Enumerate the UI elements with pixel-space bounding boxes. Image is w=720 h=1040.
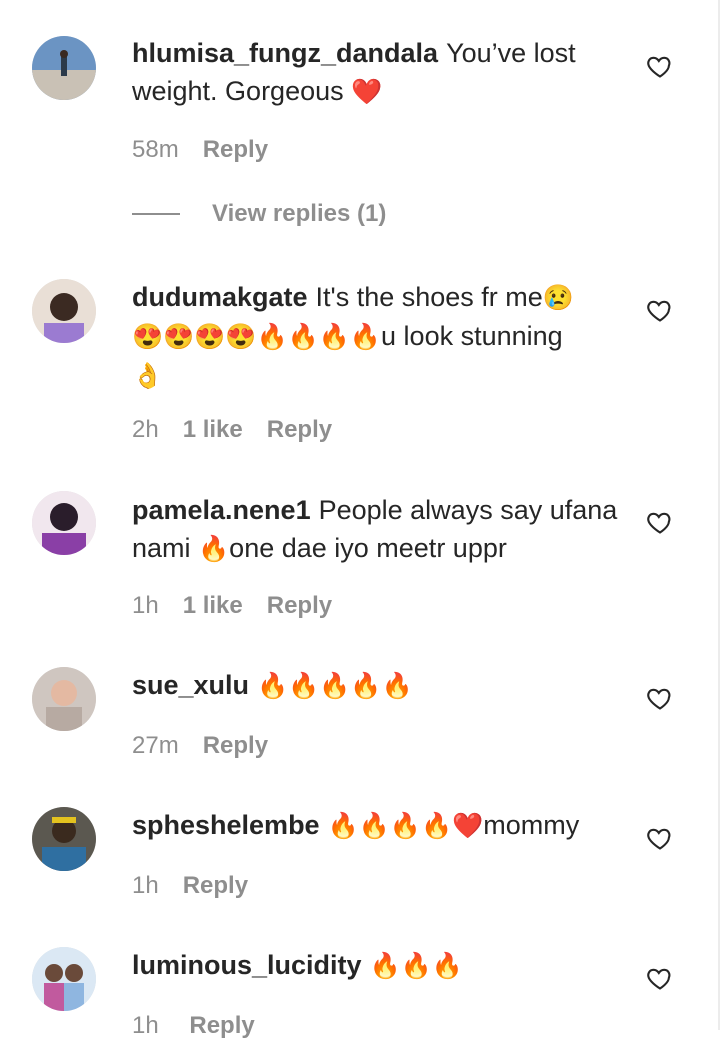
comment-time: 1h [132, 592, 159, 619]
comment-text: luminous_lucidity 🔥🔥🔥 [132, 946, 622, 985]
avatar[interactable] [32, 491, 96, 555]
comment-time: 1h [132, 872, 159, 899]
comment-username[interactable]: sue_xulu [132, 670, 249, 700]
comment-meta: 27m Reply [132, 732, 268, 760]
comment-text: pamela.nene1 People always say ufana nami… [132, 491, 622, 568]
comment-username[interactable]: pamela.nene1 [132, 495, 311, 525]
avatar-photo [32, 947, 96, 1011]
view-replies-label: View replies (1) [212, 200, 387, 227]
avatar[interactable] [32, 279, 96, 343]
comment-meta: 2h 1 like Reply [132, 416, 332, 444]
comment-text: dudumakgate It's the shoes fr me😢 😍😍😍😍🔥🔥🔥… [132, 278, 622, 395]
heart-outline-icon[interactable] [646, 824, 674, 852]
likes-count[interactable]: 1 like [183, 592, 243, 620]
comment-time: 1h [132, 1012, 159, 1039]
reply-button[interactable]: Reply [183, 872, 248, 900]
avatar-photo [32, 491, 96, 555]
reply-button[interactable]: Reply [203, 136, 268, 164]
avatar-photo [32, 279, 96, 343]
comment-body-after: one dae iyo meetr uppr [229, 533, 507, 563]
comment-username[interactable]: dudumakgate [132, 282, 308, 312]
comment-text: spheshelembe 🔥🔥🔥🔥❤️mommy [132, 806, 622, 845]
comment-username[interactable]: luminous_lucidity [132, 950, 362, 980]
comment-body-after: mommy [483, 810, 580, 840]
comment-body: It's the shoes fr me [315, 282, 543, 312]
avatar-photo [32, 36, 96, 100]
avatar[interactable] [32, 667, 96, 731]
avatar-photo [32, 807, 96, 871]
replies-divider-line [132, 213, 180, 215]
comment-emojis: 🔥🔥🔥🔥🔥 [257, 672, 413, 700]
comment-emojis: 🔥🔥🔥🔥❤️ [327, 812, 484, 840]
heart-outline-icon[interactable] [646, 964, 674, 992]
comment-emojis: ❤️ [351, 78, 383, 106]
reply-button[interactable]: Reply [267, 592, 332, 620]
comment-meta: 1h Reply [132, 872, 248, 900]
comment-meta: 1h Reply [132, 1012, 255, 1040]
avatar[interactable] [32, 947, 96, 1011]
reply-button[interactable]: Reply [267, 416, 332, 444]
comment-username[interactable]: hlumisa_fungz_dandala [132, 38, 438, 68]
heart-outline-icon[interactable] [646, 296, 674, 324]
comment-text: hlumisa_fungz_dandala You’ve lost weight.… [132, 34, 622, 111]
likes-count[interactable]: 1 like [183, 416, 243, 444]
comment-meta: 58m Reply [132, 136, 268, 164]
heart-outline-icon[interactable] [646, 684, 674, 712]
comment-username[interactable]: spheshelembe [132, 810, 320, 840]
comment-emojis-line2: 😍😍😍😍🔥🔥🔥🔥 [132, 323, 382, 351]
comment-meta: 1h 1 like Reply [132, 592, 332, 620]
avatar-photo [32, 667, 96, 731]
heart-outline-icon[interactable] [646, 52, 674, 80]
comment-emojis-line3: 👌 [132, 362, 164, 390]
avatar[interactable] [32, 807, 96, 871]
avatar[interactable] [32, 36, 96, 100]
reply-button[interactable]: Reply [189, 1012, 254, 1039]
comment-emojis: 🔥 [198, 535, 230, 563]
comment-emojis: 🔥🔥🔥 [369, 952, 463, 980]
comment-time: 2h [132, 416, 159, 443]
comment-time: 27m [132, 732, 179, 759]
comment-time: 58m [132, 136, 179, 163]
comment-body-line2: u look stunning [381, 321, 563, 351]
heart-outline-icon[interactable] [646, 508, 674, 536]
comment-text: sue_xulu 🔥🔥🔥🔥🔥 [132, 666, 622, 705]
comment-emojis: 😢 [542, 284, 574, 312]
view-replies-button[interactable]: View replies (1) [132, 200, 386, 228]
reply-button[interactable]: Reply [203, 732, 268, 760]
